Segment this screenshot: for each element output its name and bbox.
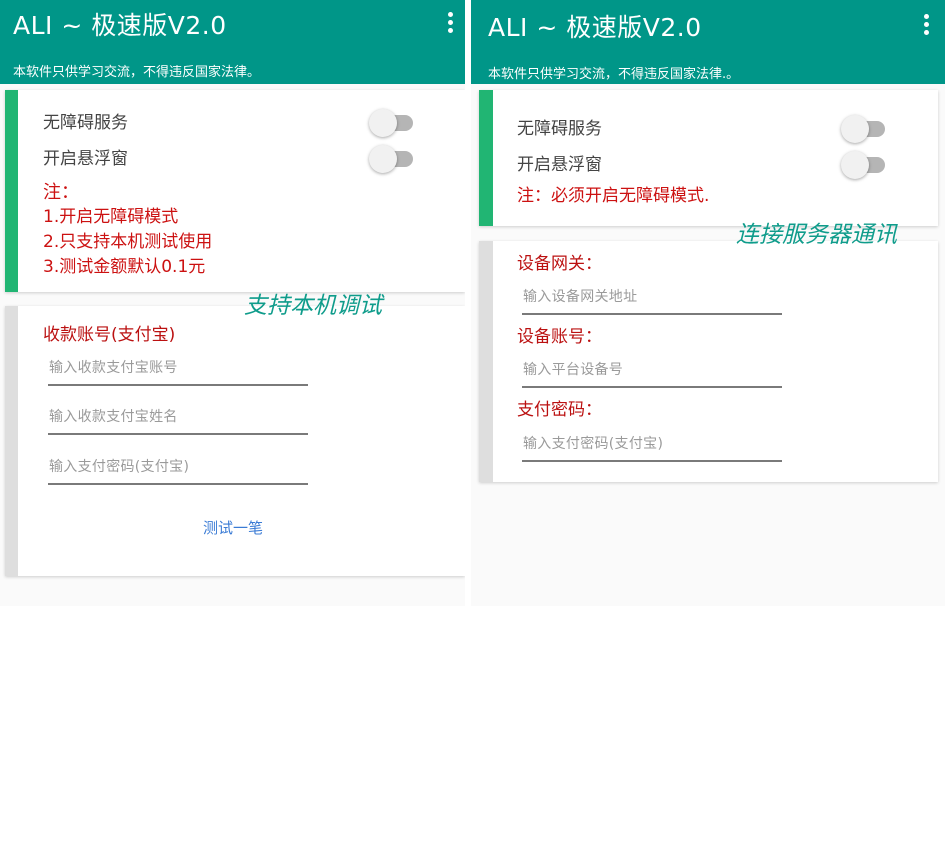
accessibility-service-switch[interactable] [369, 109, 415, 137]
app-title: ALI ~ 极速版V2.0 [13, 11, 227, 40]
switch-thumb [841, 115, 869, 143]
app-title: ALI ~ 极速版V2.0 [488, 13, 702, 42]
alipay-account-input[interactable]: 输入收款支付宝账号 [48, 354, 308, 386]
floating-window-label: 开启悬浮窗 [43, 149, 128, 169]
card-accent-bar [5, 90, 18, 292]
gateway-label: 设备网关： [517, 254, 602, 274]
overflow-menu-icon[interactable] [921, 14, 931, 40]
payment-password-input[interactable]: 输入支付密码(支付宝) [522, 430, 782, 462]
account-section-label: 收款账号(支付宝) [43, 325, 176, 345]
input-placeholder: 输入支付密码(支付宝) [523, 436, 664, 452]
gateway-input[interactable]: 输入设备网关地址 [522, 283, 782, 315]
settings-card: 无障碍服务 开启悬浮窗 注：必须开启无障碍模式. [479, 90, 938, 226]
note-line: 1.开启无障碍模式 [43, 207, 179, 227]
input-placeholder: 输入平台设备号 [523, 362, 624, 378]
app-subtitle: 本软件只供学习交流，不得违反国家法律.。 [488, 67, 740, 82]
settings-card: 无障碍服务 开启悬浮窗 注： 1.开启无障碍模式 2.只支持本机测试使用 3.测… [5, 90, 465, 292]
account-card: 收款账号(支付宝) 输入收款支付宝账号 输入收款支付宝姓名 输入支付密码(支付宝… [5, 306, 465, 576]
switch-thumb [369, 109, 397, 137]
overflow-menu-icon[interactable] [445, 12, 455, 38]
accessibility-service-label: 无障碍服务 [517, 119, 602, 139]
app-bar: ALI ~ 极速版V2.0 本软件只供学习交流，不得违反国家法律.。 [471, 0, 945, 84]
card-accent-bar [5, 306, 18, 576]
floating-window-switch[interactable] [841, 151, 887, 179]
input-placeholder: 输入收款支付宝姓名 [49, 409, 178, 425]
annotation-local-debug: 支持本机调试 [244, 293, 382, 319]
card-accent-bar [479, 90, 493, 226]
app-bar: ALI ~ 极速版V2.0 本软件只供学习交流，不得违反国家法律。 [0, 0, 465, 84]
payment-password-input[interactable]: 输入支付密码(支付宝) [48, 453, 308, 485]
accessibility-service-switch[interactable] [841, 115, 887, 143]
server-card: 设备网关： 输入设备网关地址 设备账号： 输入平台设备号 支付密码： 输入支付密… [479, 241, 938, 482]
floating-window-switch[interactable] [369, 145, 415, 173]
switch-thumb [369, 145, 397, 173]
card-accent-bar [479, 241, 493, 482]
test-payment-button[interactable]: 测试一笔 [203, 518, 263, 538]
note-line: 2.只支持本机测试使用 [43, 232, 213, 252]
input-placeholder: 输入支付密码(支付宝) [49, 459, 190, 475]
right-screen: ALI ~ 极速版V2.0 本软件只供学习交流，不得违反国家法律.。 无障碍服务… [471, 0, 945, 606]
device-account-input[interactable]: 输入平台设备号 [522, 356, 782, 388]
app-subtitle: 本软件只供学习交流，不得违反国家法律。 [13, 65, 261, 80]
left-screen: ALI ~ 极速版V2.0 本软件只供学习交流，不得违反国家法律。 无障碍服务 … [0, 0, 465, 606]
note-title: 注： [43, 182, 79, 203]
device-account-label: 设备账号： [517, 327, 602, 347]
payment-password-label: 支付密码： [517, 400, 602, 420]
annotation-server-connection: 连接服务器通讯 [736, 222, 897, 248]
floating-window-label: 开启悬浮窗 [517, 155, 602, 175]
switch-thumb [841, 151, 869, 179]
note-text: 注：必须开启无障碍模式. [517, 186, 710, 206]
alipay-name-input[interactable]: 输入收款支付宝姓名 [48, 403, 308, 435]
input-placeholder: 输入收款支付宝账号 [49, 360, 178, 376]
input-placeholder: 输入设备网关地址 [523, 289, 638, 305]
note-line: 3.测试金额默认0.1元 [43, 257, 206, 277]
accessibility-service-label: 无障碍服务 [43, 113, 128, 133]
